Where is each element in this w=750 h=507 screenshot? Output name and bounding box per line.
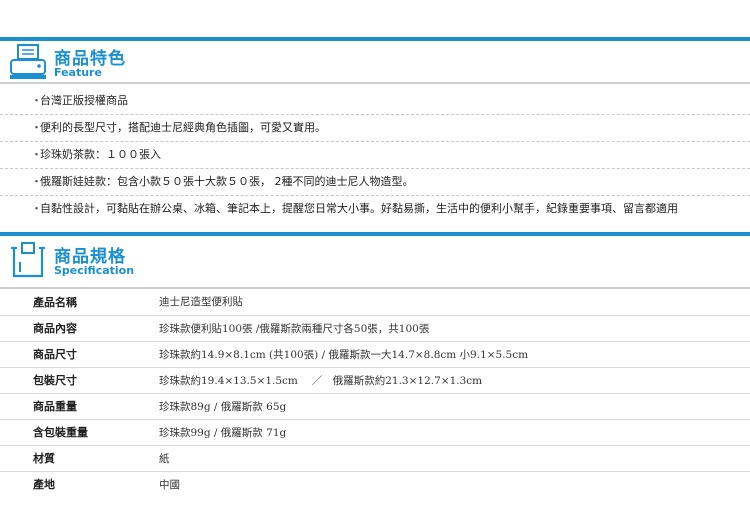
table-row: 產地 中國 [0, 471, 750, 497]
spec-value: 中國 [159, 478, 180, 491]
spec-label: 產地 [33, 478, 55, 492]
spec-table: 產品名稱 迪士尼造型便利貼 商品內容 珍珠款便利貼100張 /俄羅斯款兩種尺寸各… [0, 289, 750, 497]
feature-text: 俄羅斯娃娃款：包含小款５０張十大款５０張， 2種不同的迪士尼人物造型。 [40, 175, 414, 188]
spec-label: 商品尺寸 [33, 348, 77, 361]
spec-label: 包裝尺寸 [33, 374, 77, 387]
table-row: 商品內容 珍珠款便利貼100張 /俄羅斯款兩種尺寸各50張，共100張 [0, 315, 750, 341]
feature-item: ・ 台灣正版授權商品 [0, 88, 750, 115]
feature-text: 便利的長型尺寸，搭配迪士尼經典角色插圖，可愛又實用。 [40, 121, 326, 134]
table-row: 產品名稱 迪士尼造型便利貼 [0, 289, 750, 315]
spec-value: 珍珠款約14.9×8.1cm (共100張) / 俄羅斯款一大14.7×8.8c… [159, 348, 529, 361]
spec-label: 材質 [33, 452, 55, 465]
feature-text: 自黏性設計，可黏貼在辦公桌、冰箱、筆記本上，提醒您日常大小事。好黏易撕，生活中的… [40, 202, 678, 215]
feature-text: 珍珠奶茶款：１００張入 [40, 148, 161, 161]
feature-item: ・ 俄羅斯娃娃款：包含小款５０張十大款５０張， 2種不同的迪士尼人物造型。 [0, 169, 750, 196]
bullet: ・ [31, 175, 42, 188]
feature-text: 台灣正版授權商品 [40, 94, 128, 107]
spec-label: 含包裝重量 [33, 426, 88, 439]
spec-value: 珍珠款便利貼100張 /俄羅斯款兩種尺寸各50張，共100張 [159, 322, 430, 335]
feature-list: ・ 台灣正版授權商品 ・ 便利的長型尺寸，搭配迪士尼經典角色插圖，可愛又實用。 … [0, 88, 750, 222]
spec-value: 迪士尼造型便利貼 [159, 296, 243, 309]
table-row: 商品尺寸 珍珠款約14.9×8.1cm (共100張) / 俄羅斯款一大14.7… [0, 341, 750, 367]
spec-subtitle: Specification [54, 264, 135, 277]
spec-value: 珍珠款約19.4×13.5×1.5cm ／ 俄羅斯款約21.3×12.7×1.3… [159, 374, 483, 387]
table-row: 商品重量 珍珠款89g / 俄羅斯款 65g [0, 393, 750, 419]
printer-icon [10, 44, 46, 79]
spec-label: 產品名稱 [33, 295, 77, 309]
box-icon [11, 242, 45, 278]
header-top-line [0, 232, 750, 236]
table-row: 材質 紙 [0, 445, 750, 471]
spec-section-header: 商品規格 Specification [0, 232, 750, 290]
spec-value: 珍珠款89g / 俄羅斯款 65g [159, 400, 287, 413]
header-bottom-line [0, 82, 750, 84]
feature-item: ・ 自黏性設計，可黏貼在辦公桌、冰箱、筆記本上，提醒您日常大小事。好黏易撕，生活… [0, 196, 750, 222]
spec-value: 紙 [159, 452, 170, 465]
bullet: ・ [31, 202, 42, 215]
spec-label: 商品內容 [33, 322, 77, 335]
table-row: 包裝尺寸 珍珠款約19.4×13.5×1.5cm ／ 俄羅斯款約21.3×12.… [0, 367, 750, 393]
spec-label: 商品重量 [33, 400, 77, 413]
feature-subtitle: Feature [54, 66, 102, 79]
bullet: ・ [31, 148, 42, 161]
bullet: ・ [31, 94, 42, 107]
feature-item: ・ 便利的長型尺寸，搭配迪士尼經典角色插圖，可愛又實用。 [0, 115, 750, 142]
header-top-line [0, 37, 750, 41]
bullet: ・ [31, 121, 42, 134]
feature-item: ・ 珍珠奶茶款：１００張入 [0, 142, 750, 169]
feature-section-header: 商品特色 Feature [0, 0, 750, 84]
table-row: 含包裝重量 珍珠款99g / 俄羅斯款 71g [0, 419, 750, 445]
spec-value: 珍珠款99g / 俄羅斯款 71g [159, 426, 287, 439]
